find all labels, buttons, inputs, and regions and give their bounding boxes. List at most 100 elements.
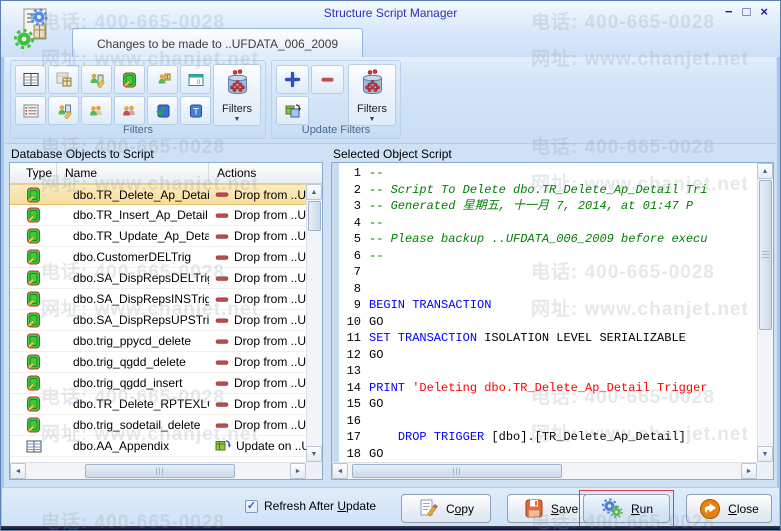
trigger-filter-button[interactable] [114,65,145,94]
copy-button[interactable]: Copy [401,494,491,523]
scroll-up-arrow[interactable]: ▲ [306,184,322,200]
close-icon [699,498,721,520]
left-panel-title: Database Objects to Script [11,147,154,161]
update-filters-dropdown-button[interactable]: Filters ▼ [348,64,396,126]
line-number: 7 [339,264,361,281]
refresh-after-update-checkbox[interactable]: ✓ Refresh After Update [245,499,376,513]
remove-update-filter-button[interactable] [311,65,344,94]
column-header-name[interactable]: Name [57,163,209,183]
script-code-area[interactable]: 1--2-- Script To Delete dbo.TR_Delete_Ap… [339,163,757,462]
table-row[interactable]: dbo.trig_qgdd_deleteDrop from ..U [10,352,308,373]
scroll-down-arrow[interactable]: ▼ [757,446,773,462]
trigger-type-icon [26,375,41,391]
drop-action-icon [215,421,229,430]
column-header-actions[interactable]: Actions [209,163,322,183]
object-name: dbo.TR_Update_Ap_Detail [57,229,209,243]
users-red-filter-button[interactable] [114,96,145,125]
footer-bar: ✓ Refresh After Update CopySaveRunClose [2,487,779,528]
close-window-button[interactable]: × [760,4,768,20]
table-row[interactable]: dbo.TR_Delete_RPTEXLC...Drop from ..U [10,394,308,415]
scroll-down-arrow[interactable]: ▼ [306,446,322,462]
cube-check-filter-button[interactable] [147,96,178,125]
checkbox-label: Refresh After Update [264,499,376,513]
table-type-icon [26,440,42,453]
table-horizontal-scrollbar[interactable]: ◄ ||| ► [10,462,306,479]
right-panel-title: Selected Object Script [333,147,452,161]
column-header-type[interactable]: Type [10,163,57,183]
drop-action-icon [215,316,229,325]
script-editor[interactable]: 1--2-- Script To Delete dbo.TR_Delete_Ap… [331,162,774,480]
table-row[interactable]: dbo.SA_DispRepsINSTrigDrop from ..U [10,289,308,310]
code-line: 9BEGIN TRANSACTION [339,297,757,314]
table-row[interactable]: dbo.SA_DispRepsUPSTrigDrop from ..U [10,310,308,331]
add-update-filter-button[interactable] [276,65,309,94]
list-filter-button[interactable] [15,96,46,125]
code-line: 18GO [339,446,757,463]
plus-icon [284,71,301,88]
user-edit-filter-button[interactable] [48,96,79,125]
table-row[interactable]: dbo.AA_AppendixUpdate on ..U [10,436,308,457]
table-row[interactable]: dbo.TR_Update_Ap_DetailDrop from ..U [10,226,308,247]
line-number: 9 [339,297,361,314]
scroll-left-arrow[interactable]: ◄ [332,463,348,479]
action-label: Drop from ..U [234,355,306,369]
editor-hscroll-thumb[interactable]: ||| [352,464,562,478]
table-row[interactable]: dbo.CustomerDELTrigDrop from ..U [10,247,308,268]
scroll-right-arrow[interactable]: ► [741,463,757,479]
line-number: 17 [339,429,361,446]
copy-update-filter-button[interactable] [276,96,309,125]
line-number: 8 [339,281,361,298]
trigger-type-icon [26,396,41,412]
code-line: 8 [339,281,757,298]
table-row[interactable]: dbo.TR_Insert_Ap_DetailDrop from ..U [10,205,308,226]
object-name: dbo.trig_ppycd_delete [57,334,209,348]
checkbox-check-icon: ✓ [245,500,258,513]
maximize-button[interactable]: □ [743,4,751,20]
line-number: 10 [339,314,361,331]
scroll-left-arrow[interactable]: ◄ [10,463,26,479]
database-objects-table[interactable]: Type Name Actions dbo.TR_Delete_Ap_Detai… [9,162,323,480]
editor-vertical-scrollbar[interactable]: ▲ ||| ▼ [757,163,773,462]
window-filter-button[interactable]: 0 [180,65,211,94]
close-button-label: Close [728,502,759,516]
tab-changes[interactable]: Changes to be made to ..UFDATA_006_2009 [72,28,363,58]
close-button[interactable]: Close [686,494,772,523]
window-icon: 0 [188,73,204,87]
table-hscroll-thumb[interactable]: ||| [85,464,235,478]
filters-group: 10 T Filters ▼ Filters [10,60,266,139]
table-row[interactable]: dbo.trig_ppycd_deleteDrop from ..U [10,331,308,352]
object-name: dbo.trig_sodetail_delete [57,418,209,432]
user-add-filter-button[interactable]: 1 [147,65,178,94]
minimize-button[interactable]: − [725,4,733,20]
view-edit-filter-button[interactable] [81,65,112,94]
code-line: 17 DROP TRIGGER [dbo].[TR_Delete_Ap_Deta… [339,429,757,446]
editor-vscroll-thumb[interactable]: ||| [759,180,772,330]
tables-filter-button[interactable] [15,65,46,94]
chevron-down-icon: ▼ [234,117,241,122]
table-vertical-scrollbar[interactable]: ▲ ▼ [306,184,322,462]
line-number: 6 [339,248,361,265]
scroll-up-arrow[interactable]: ▲ [757,163,773,179]
filters-dropdown-button[interactable]: Filters ▼ [213,64,261,126]
users-filter-button[interactable] [81,96,112,125]
code-line: 5-- Please backup ..UFDATA_006_2009 befo… [339,231,757,248]
table-vscroll-thumb[interactable] [308,201,321,231]
run-button-highlight-box: Run [579,490,674,527]
table-row[interactable]: dbo.trig_sodetail_deleteDrop from ..U [10,415,308,436]
scroll-right-arrow[interactable]: ► [290,463,306,479]
table-header: Type Name Actions [10,163,322,184]
run-button[interactable]: Run [583,494,670,523]
view-edit-icon [89,72,105,88]
table-row[interactable]: dbo.SA_DispRepsDELTrigDrop from ..U [10,268,308,289]
filters-db-icon [224,69,251,101]
editor-horizontal-scrollbar[interactable]: ◄ ||| ► [332,462,757,479]
table-row[interactable]: dbo.TR_Delete_Ap_DetailDrop from ..U [10,184,308,205]
titlebar[interactable]: Structure Script Manager − □ × [1,1,780,25]
filters-group-caption: Filters [11,124,265,136]
line-number: 2 [339,182,361,199]
table-new-filter-button[interactable] [48,65,79,94]
action-label: Drop from ..U [234,376,306,390]
table-row[interactable]: dbo.trig_qgdd_insertDrop from ..U [10,373,308,394]
cube-text-filter-button[interactable]: T [180,96,211,125]
update-filters-group-caption: Update Filters [272,124,400,136]
